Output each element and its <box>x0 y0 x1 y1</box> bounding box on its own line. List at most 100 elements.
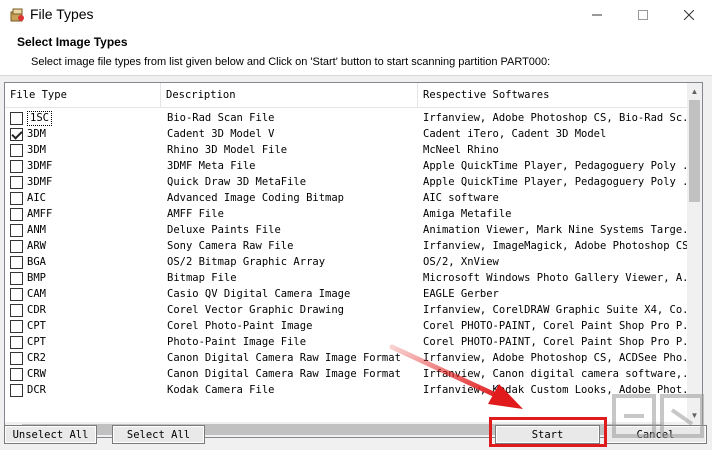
table-row[interactable]: BGA OS/2 Bitmap Graphic Array OS/2, XnView <box>5 254 689 270</box>
file-type-label: BMP <box>27 272 46 284</box>
scroll-up-arrow-icon[interactable]: ▲ <box>687 83 702 99</box>
row-checkbox[interactable] <box>10 191 23 205</box>
softwares-cell: Animation Viewer, Mark Nine Systems Targ… <box>423 224 689 236</box>
file-type-cell[interactable]: 3DM <box>5 126 161 142</box>
maximize-button[interactable] <box>620 0 666 29</box>
file-type-cell[interactable]: CR2 <box>5 350 161 366</box>
table-row[interactable]: 3DM Rhino 3D Model File McNeel Rhino <box>5 142 689 158</box>
file-type-cell[interactable]: DCR <box>5 382 161 398</box>
file-type-label: DCR <box>27 384 46 396</box>
file-type-cell[interactable]: CPT <box>5 334 161 350</box>
description-cell: Canon Digital Camera Raw Image Format <box>167 368 401 380</box>
select-all-button[interactable]: Select All <box>112 425 205 444</box>
start-highlight-box <box>489 417 607 447</box>
file-type-label: ARW <box>27 240 46 252</box>
file-type-cell[interactable]: AIC <box>5 190 161 206</box>
row-checkbox[interactable] <box>10 207 23 221</box>
description-cell: Kodak Camera File <box>167 384 275 396</box>
file-type-label: CR2 <box>27 352 46 364</box>
file-types-list[interactable]: File Type Description Respective Softwar… <box>4 82 703 438</box>
softwares-cell: Microsoft Windows Photo Gallery Viewer, … <box>423 272 689 284</box>
unselect-all-label: Unselect All <box>5 426 96 443</box>
description-cell: Corel Vector Graphic Drawing <box>167 304 345 316</box>
table-row[interactable]: CPT Corel Photo-Paint Image Corel PHOTO-PA… <box>5 318 689 334</box>
row-checkbox[interactable] <box>10 175 23 189</box>
file-type-cell[interactable]: CAM <box>5 286 161 302</box>
row-checkbox[interactable] <box>10 143 23 157</box>
dialog-header: Select Image Types Select image file typ… <box>0 29 712 76</box>
table-row[interactable]: CRW Canon Digital Camera Raw Image Format… <box>5 366 689 382</box>
column-header-description[interactable]: Description <box>161 83 418 108</box>
description-cell: Rhino 3D Model File <box>167 144 288 156</box>
column-header-softwares[interactable]: Respective Softwares <box>418 83 689 108</box>
file-type-label: 3DM <box>27 128 46 140</box>
row-checkbox[interactable] <box>10 111 23 125</box>
table-row[interactable]: AIC Advanced Image Coding Bitmap AIC softw… <box>5 190 689 206</box>
description-cell: 3DMF Meta File <box>167 160 256 172</box>
vertical-scrollbar[interactable]: ▲ ▼ <box>687 83 702 423</box>
table-row[interactable]: CDR Corel Vector Graphic Drawing Irfanview… <box>5 302 689 318</box>
row-checkbox[interactable] <box>10 335 23 349</box>
row-checkbox[interactable] <box>10 127 23 141</box>
list-header: File Type Description Respective Softwar… <box>5 83 689 108</box>
file-type-cell[interactable]: ARW <box>5 238 161 254</box>
file-type-label: 3DMF <box>27 160 53 172</box>
table-row[interactable]: 3DM Cadent 3D Model V Cadent iTero, Cadent… <box>5 126 689 142</box>
file-type-cell[interactable]: BMP <box>5 270 161 286</box>
table-row[interactable]: ANM Deluxe Paints File Animation Viewer, M… <box>5 222 689 238</box>
file-type-label: AIC <box>27 192 46 204</box>
file-type-label: CPT <box>27 320 46 332</box>
softwares-cell: Irfanview, Adobe Photoshop CS, Bio-Rad S… <box>423 112 689 124</box>
row-checkbox[interactable] <box>10 303 23 317</box>
row-checkbox[interactable] <box>10 383 23 397</box>
file-type-cell[interactable]: BGA <box>5 254 161 270</box>
table-row[interactable]: DCR Kodak Camera File Irfanview, Kodak Cus… <box>5 382 689 398</box>
row-checkbox[interactable] <box>10 255 23 269</box>
table-row[interactable]: CAM Casio QV Digital Camera Image EAGLE Ge… <box>5 286 689 302</box>
file-type-cell[interactable]: 1SC <box>5 110 161 126</box>
maximize-icon <box>638 9 648 20</box>
softwares-cell: Apple QuickTime Player, Pedagoguery Poly… <box>423 176 689 188</box>
softwares-cell: AIC software <box>423 192 499 204</box>
row-checkbox[interactable] <box>10 367 23 381</box>
file-type-cell[interactable]: AMFF <box>5 206 161 222</box>
table-row[interactable]: 3DMF 3DMF Meta File Apple QuickTime Player… <box>5 158 689 174</box>
vertical-scroll-thumb[interactable] <box>689 100 700 202</box>
row-checkbox[interactable] <box>10 351 23 365</box>
file-type-cell[interactable]: ANM <box>5 222 161 238</box>
softwares-cell: Apple QuickTime Player, Pedagoguery Poly… <box>423 160 689 172</box>
table-row[interactable]: 3DMF Quick Draw 3D MetaFile Apple QuickTim… <box>5 174 689 190</box>
file-type-label: ANM <box>27 224 46 236</box>
file-type-cell[interactable]: CRW <box>5 366 161 382</box>
file-type-cell[interactable]: 3DM <box>5 142 161 158</box>
table-row[interactable]: BMP Bitmap File Microsoft Windows Photo Ga… <box>5 270 689 286</box>
row-checkbox[interactable] <box>10 239 23 253</box>
row-checkbox[interactable] <box>10 223 23 237</box>
file-type-cell[interactable]: 3DMF <box>5 158 161 174</box>
description-cell: Photo-Paint Image File <box>167 336 307 348</box>
file-type-label: CPT <box>27 336 46 348</box>
title-bar: File Types <box>0 0 712 29</box>
table-row[interactable]: CPT Photo-Paint Image File Corel PHOTO-PAI… <box>5 334 689 350</box>
file-type-cell[interactable]: CPT <box>5 318 161 334</box>
file-type-cell[interactable]: CDR <box>5 302 161 318</box>
column-header-file-type[interactable]: File Type <box>5 83 161 108</box>
minimize-button[interactable] <box>574 0 620 29</box>
unselect-all-button[interactable]: Unselect All <box>4 425 97 444</box>
row-checkbox[interactable] <box>10 271 23 285</box>
softwares-cell: Irfanview, ImageMagick, Adobe Photoshop … <box>423 240 689 252</box>
table-row[interactable]: CR2 Canon Digital Camera Raw Image Format… <box>5 350 689 366</box>
file-type-cell[interactable]: 3DMF <box>5 174 161 190</box>
close-button[interactable] <box>666 0 712 29</box>
minimize-icon <box>592 14 602 15</box>
table-row[interactable]: AMFF AMFF File Amiga Metafile <box>5 206 689 222</box>
row-checkbox[interactable] <box>10 319 23 333</box>
file-type-label: BGA <box>27 256 46 268</box>
row-checkbox[interactable] <box>10 159 23 173</box>
row-checkbox[interactable] <box>10 287 23 301</box>
softwares-cell: Corel PHOTO-PAINT, Corel Paint Shop Pro … <box>423 336 689 348</box>
table-row[interactable]: ARW Sony Camera Raw File Irfanview, ImageM… <box>5 238 689 254</box>
table-row[interactable]: 1SC Bio-Rad Scan File Irfanview, Adobe Pho… <box>5 110 689 126</box>
dialog-instructions: Select image file types from list given … <box>31 56 551 68</box>
softwares-cell: Corel PHOTO-PAINT, Corel Paint Shop Pro … <box>423 320 689 332</box>
